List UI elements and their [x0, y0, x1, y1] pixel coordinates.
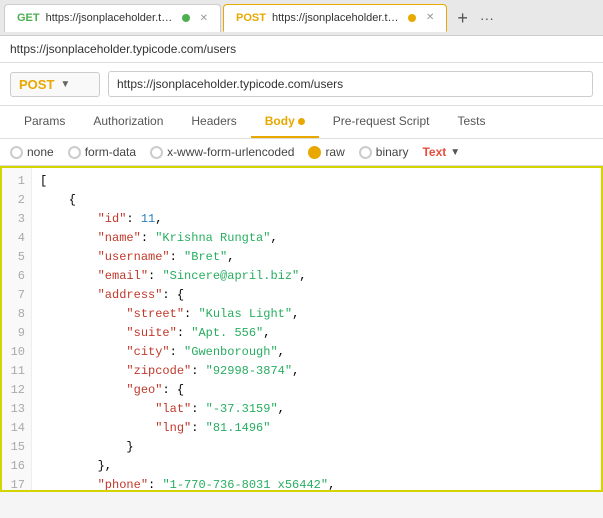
code-line: "id": 11, [40, 210, 593, 229]
code-line: }, [40, 457, 593, 476]
line-number: 6 [8, 267, 25, 286]
option-urlencoded[interactable]: x-www-form-urlencoded [150, 145, 294, 159]
line-number: 8 [8, 305, 25, 324]
tab-bar: GET https://jsonplaceholder.typicode.o ✕… [0, 0, 603, 36]
tab-post[interactable]: POST https://jsonplaceholder.typicod ✕ [223, 4, 447, 32]
current-url-display: https://jsonplaceholder.typicode.com/use… [10, 42, 236, 56]
line-number: 7 [8, 286, 25, 305]
tab-get-method: GET [17, 12, 40, 24]
tab-get-dot [182, 14, 190, 22]
code-line: "username": "Bret", [40, 248, 593, 267]
code-line: [ [40, 172, 593, 191]
url-display-bar: https://jsonplaceholder.typicode.com/use… [0, 36, 603, 63]
line-number: 5 [8, 248, 25, 267]
format-dropdown-arrow: ▼ [450, 147, 460, 158]
code-editor[interactable]: 12345678910111213141516171819202122 [ { … [0, 166, 603, 492]
radio-raw [308, 146, 321, 159]
radio-form-data [68, 146, 81, 159]
option-raw[interactable]: raw [308, 145, 344, 159]
line-number: 10 [8, 343, 25, 362]
line-number: 14 [8, 419, 25, 438]
method-value: POST [19, 77, 54, 92]
line-number: 4 [8, 229, 25, 248]
code-line: "geo": { [40, 381, 593, 400]
line-numbers: 12345678910111213141516171819202122 [2, 168, 32, 492]
method-dropdown[interactable]: POST ▼ [10, 72, 100, 97]
code-line: "suite": "Apt. 556", [40, 324, 593, 343]
option-form-data[interactable]: form-data [68, 145, 136, 159]
code-line: "city": "Gwenborough", [40, 343, 593, 362]
code-line: "lng": "81.1496" [40, 419, 593, 438]
option-binary[interactable]: binary [359, 145, 409, 159]
tab-get-close[interactable]: ✕ [200, 13, 208, 24]
option-none[interactable]: none [10, 145, 54, 159]
code-line: "lat": "-37.3159", [40, 400, 593, 419]
code-line: { [40, 191, 593, 210]
line-number: 12 [8, 381, 25, 400]
tab-tests[interactable]: Tests [443, 106, 499, 138]
code-body: [ { "id": 11, "name": "Krishna Rungta", … [32, 168, 601, 492]
nav-tabs: Params Authorization Headers Body Pre-re… [0, 106, 603, 139]
code-line: "phone": "1-770-736-8031 x56442", [40, 476, 593, 492]
body-options-bar: none form-data x-www-form-urlencoded raw… [0, 139, 603, 166]
more-tabs-button[interactable]: ··· [476, 10, 498, 26]
tab-post-close[interactable]: ✕ [426, 12, 434, 23]
tab-get[interactable]: GET https://jsonplaceholder.typicode.o ✕ [4, 4, 221, 32]
code-line: "zipcode": "92998-3874", [40, 362, 593, 381]
add-tab-button[interactable]: + [449, 9, 476, 27]
tab-pre-request[interactable]: Pre-request Script [319, 106, 444, 138]
line-number: 3 [8, 210, 25, 229]
line-number: 13 [8, 400, 25, 419]
request-bar: POST ▼ [0, 63, 603, 106]
tab-post-dot [408, 14, 416, 22]
tab-post-url: https://jsonplaceholder.typicod [272, 12, 402, 24]
url-input[interactable] [108, 71, 593, 97]
tab-body[interactable]: Body [251, 106, 319, 138]
code-line: "street": "Kulas Light", [40, 305, 593, 324]
tab-get-url: https://jsonplaceholder.typicode.o [46, 12, 176, 24]
radio-binary [359, 146, 372, 159]
code-line: "address": { [40, 286, 593, 305]
code-editor-wrapper: 12345678910111213141516171819202122 [ { … [0, 166, 603, 492]
line-number: 15 [8, 438, 25, 457]
method-dropdown-arrow: ▼ [60, 79, 70, 90]
code-content: 12345678910111213141516171819202122 [ { … [2, 168, 601, 492]
line-number: 1 [8, 172, 25, 191]
code-line: } [40, 438, 593, 457]
tab-headers[interactable]: Headers [177, 106, 250, 138]
line-number: 11 [8, 362, 25, 381]
format-dropdown[interactable]: Text ▼ [422, 145, 460, 159]
tab-post-method: POST [236, 12, 266, 24]
body-tab-dot [298, 118, 305, 125]
code-line: "email": "Sincere@april.biz", [40, 267, 593, 286]
line-number: 17 [8, 476, 25, 492]
tab-authorization[interactable]: Authorization [79, 106, 177, 138]
code-line: "name": "Krishna Rungta", [40, 229, 593, 248]
line-number: 9 [8, 324, 25, 343]
line-number: 2 [8, 191, 25, 210]
radio-none [10, 146, 23, 159]
tab-params[interactable]: Params [10, 106, 79, 138]
format-value: Text [422, 145, 446, 159]
radio-urlencoded [150, 146, 163, 159]
line-number: 16 [8, 457, 25, 476]
